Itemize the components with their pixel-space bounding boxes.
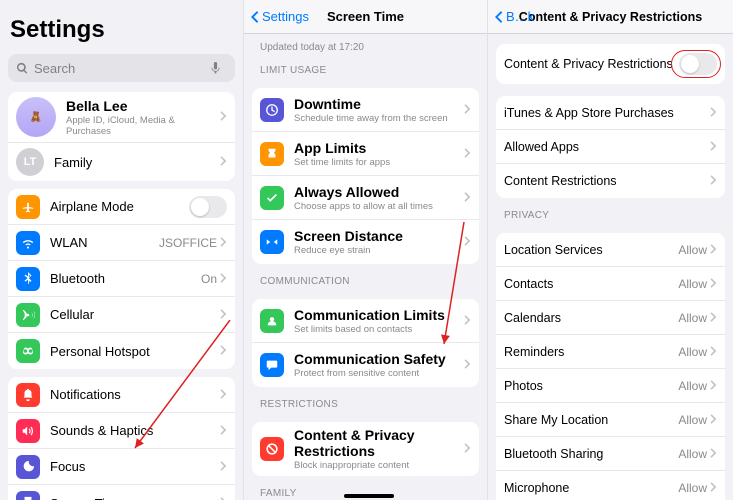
page-title: Settings [0, 0, 243, 54]
master-toggle[interactable] [679, 53, 717, 75]
microphone-row[interactable]: MicrophoneAllow [496, 471, 725, 500]
bubble-icon [260, 353, 284, 377]
distance-icon [260, 230, 284, 254]
photos-row[interactable]: PhotosAllow [496, 369, 725, 403]
hourglass-icon [260, 142, 284, 166]
reminders-row[interactable]: RemindersAllow [496, 335, 725, 369]
content-privacy-row[interactable]: Content & Privacy RestrictionsBlock inap… [252, 422, 479, 476]
bluetooth-row[interactable]: Bluetooth On [8, 261, 235, 297]
calendars-row[interactable]: CalendarsAllow [496, 301, 725, 335]
location-row[interactable]: Location ServicesAllow [496, 233, 725, 267]
chevron-right-icon [710, 377, 717, 395]
chevron-right-icon [220, 153, 227, 171]
sounds-row[interactable]: Sounds & Haptics [8, 413, 235, 449]
nav-title: Screen Time [327, 9, 404, 24]
chevron-right-icon [710, 172, 717, 190]
itunes-row[interactable]: iTunes & App Store Purchases [496, 96, 725, 130]
comm-limits-row[interactable]: Communication LimitsSet limits based on … [252, 299, 479, 343]
section-header: LIMIT USAGE [244, 53, 487, 80]
home-indicator [344, 494, 394, 498]
chevron-right-icon [220, 458, 227, 476]
chevron-right-icon [464, 440, 471, 458]
screen-distance-row[interactable]: Screen DistanceReduce eye strain [252, 220, 479, 264]
nav-title: Content & Privacy Restrictions [519, 10, 702, 24]
wlan-row[interactable]: WLAN JSOFFICE [8, 225, 235, 261]
notifications-row[interactable]: Notifications [8, 377, 235, 413]
settings-root-pane: Settings Search 🧸 Bella LeeApple ID, iCl… [0, 0, 244, 500]
chevron-right-icon [220, 386, 227, 404]
chevron-right-icon [710, 309, 717, 327]
chevron-right-icon [220, 306, 227, 324]
airplane-icon [16, 195, 40, 219]
chevron-right-icon [710, 445, 717, 463]
chevron-right-icon [710, 104, 717, 122]
chevron-right-icon [464, 356, 471, 374]
screentime-row[interactable]: Screen Time [8, 485, 235, 500]
back-button[interactable]: Settings [250, 9, 309, 24]
airplane-mode-row[interactable]: Airplane Mode [8, 189, 235, 225]
content-restrictions-row[interactable]: Content Restrictions [496, 164, 725, 198]
app-limits-row[interactable]: App LimitsSet time limits for apps [252, 132, 479, 176]
cellular-icon [16, 303, 40, 327]
chevron-right-icon [220, 234, 227, 252]
chevron-right-icon [464, 101, 471, 119]
chevron-right-icon [710, 275, 717, 293]
moon-icon [16, 455, 40, 479]
chevron-right-icon [710, 138, 717, 156]
search-input[interactable]: Search [8, 54, 235, 82]
wifi-icon [16, 231, 40, 255]
chevron-right-icon [710, 479, 717, 497]
chevron-right-icon [220, 270, 227, 288]
chevron-right-icon [220, 494, 227, 500]
family-row[interactable]: LT Family [8, 143, 235, 181]
chevron-right-icon [220, 342, 227, 360]
chevron-right-icon [220, 108, 227, 126]
screen-time-pane: Settings Screen Time Updated today at 17… [244, 0, 488, 500]
chevron-right-icon [464, 145, 471, 163]
mic-icon [209, 62, 222, 75]
downtime-row[interactable]: DowntimeSchedule time away from the scre… [252, 88, 479, 132]
master-toggle-row[interactable]: Content & Privacy Restrictions [496, 44, 725, 84]
bell-icon [16, 383, 40, 407]
always-allowed-row[interactable]: Always AllowedChoose apps to allow at al… [252, 176, 479, 220]
search-placeholder: Search [34, 61, 209, 76]
speaker-icon [16, 419, 40, 443]
cellular-row[interactable]: Cellular [8, 297, 235, 333]
contacts-row[interactable]: ContactsAllow [496, 267, 725, 301]
chevron-right-icon [464, 189, 471, 207]
chevron-right-icon [710, 411, 717, 429]
section-header: RESTRICTIONS [244, 387, 487, 414]
contacts-icon [260, 309, 284, 333]
back-button[interactable]: B…k [494, 9, 534, 24]
nosign-icon [260, 437, 284, 461]
allowed-apps-row[interactable]: Allowed Apps [496, 130, 725, 164]
airplane-toggle[interactable] [189, 196, 227, 218]
chevron-right-icon [710, 241, 717, 259]
content-privacy-pane: B…k Content & Privacy Restrictions Conte… [488, 0, 733, 500]
section-header: PRIVACY [488, 198, 733, 225]
updated-label: Updated today at 17:20 [244, 34, 487, 53]
downtime-icon [260, 98, 284, 122]
checkmark-icon [260, 186, 284, 210]
comm-safety-row[interactable]: Communication SafetyProtect from sensiti… [252, 343, 479, 387]
share-location-row[interactable]: Share My LocationAllow [496, 403, 725, 437]
bt-sharing-row[interactable]: Bluetooth SharingAllow [496, 437, 725, 471]
avatar: 🧸 [16, 97, 56, 137]
chevron-right-icon [464, 312, 471, 330]
chevron-right-icon [464, 233, 471, 251]
chevron-right-icon [220, 422, 227, 440]
hourglass-icon [16, 491, 40, 500]
focus-row[interactable]: Focus [8, 449, 235, 485]
chevron-right-icon [710, 343, 717, 361]
section-header: COMMUNICATION [244, 264, 487, 291]
family-avatar: LT [16, 148, 44, 176]
bluetooth-icon [16, 267, 40, 291]
apple-id-row[interactable]: 🧸 Bella LeeApple ID, iCloud, Media & Pur… [8, 92, 235, 143]
hotspot-icon [16, 339, 40, 363]
search-icon [16, 62, 29, 75]
hotspot-row[interactable]: Personal Hotspot [8, 333, 235, 369]
